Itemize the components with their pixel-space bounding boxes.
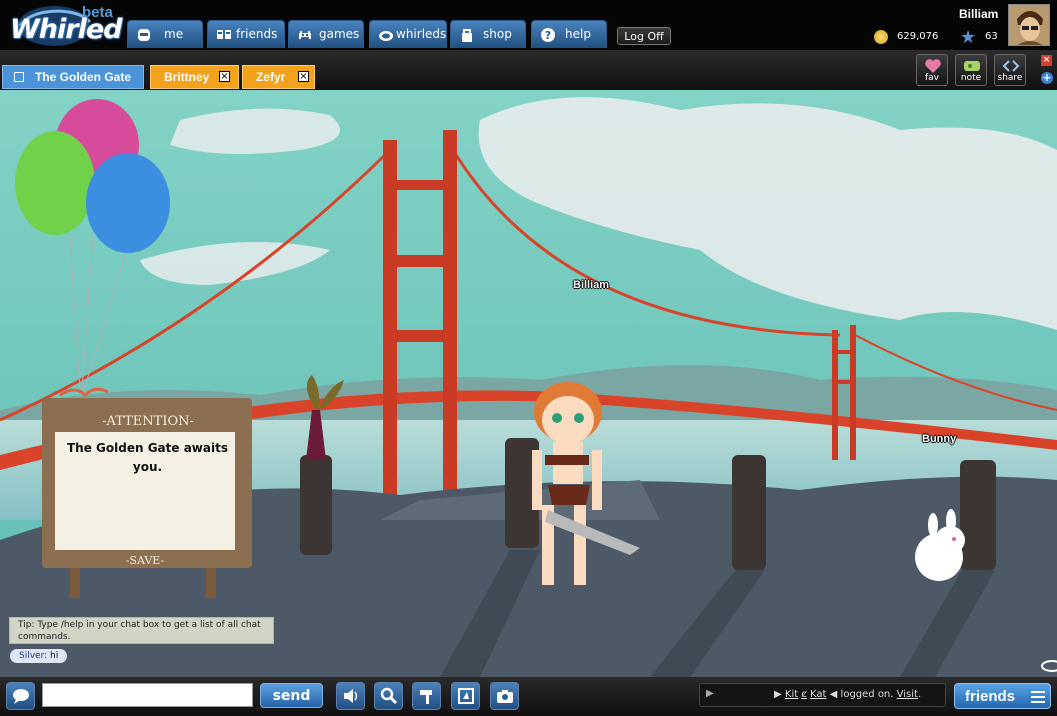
build-button[interactable] [412, 682, 441, 710]
logo-beta-badge: beta [82, 4, 113, 21]
invader-icon [299, 31, 311, 39]
chat-speaker[interactable]: Silver: [19, 651, 47, 661]
close-icon[interactable]: × [219, 71, 230, 82]
list-icon [1031, 691, 1045, 703]
room-icon [14, 72, 24, 82]
chat-input[interactable] [42, 683, 253, 707]
whirled-icon [379, 31, 393, 41]
nav-me-button[interactable]: me [127, 20, 203, 48]
room-background: -ATTENTION- -SAVE- [0, 90, 1057, 677]
nav-shop-label: shop [483, 27, 512, 41]
fav-label: fav [924, 73, 939, 83]
camera-icon [497, 690, 513, 703]
note-button[interactable]: note [955, 54, 987, 86]
sign-footer: -SAVE- [126, 554, 165, 567]
help-icon: ? [541, 28, 555, 42]
user-name[interactable]: Billiam [959, 7, 998, 21]
sign-title: -ATTENTION- [102, 414, 194, 429]
close-room-icon[interactable]: × [1041, 55, 1052, 66]
tab-room-label: The Golden Gate [35, 70, 132, 84]
speech-bubble-icon [13, 689, 29, 704]
magnifier-icon [380, 687, 398, 705]
tab-chat-label: Brittney [164, 70, 210, 84]
share-label: share [997, 73, 1023, 83]
volume-button[interactable] [336, 682, 365, 710]
avatar-portrait-icon [1009, 5, 1049, 45]
zoom-button[interactable] [374, 682, 403, 710]
kat-icon: ȼ [801, 689, 807, 700]
notice-end: . [917, 689, 922, 700]
note-label: note [960, 73, 982, 83]
level-star-icon: ★ [960, 27, 977, 48]
speaker-icon [344, 689, 358, 703]
room-settings-button[interactable] [451, 682, 480, 710]
sign-text: The Golden Gate awaits you. [67, 441, 228, 474]
nav-me-label: me [164, 27, 184, 41]
chat-options-button[interactable] [6, 682, 35, 710]
avatar[interactable] [1008, 4, 1050, 46]
friends-icon [217, 30, 231, 39]
share-icon [1002, 60, 1020, 72]
expand-plus-icon[interactable]: + [1041, 72, 1053, 84]
logoff-button[interactable]: Log Off [617, 27, 671, 45]
close-icon[interactable]: × [298, 71, 309, 82]
fav-button[interactable]: fav [916, 54, 948, 86]
nav-whirleds-label: whirleds [396, 27, 447, 41]
tab-chat-zefyr[interactable]: Zefyr × [242, 65, 315, 89]
note-icon [964, 61, 980, 71]
nav-games-label: games [319, 27, 360, 41]
hammer-icon [420, 690, 432, 704]
coin-balance: 629,076 [897, 31, 939, 42]
send-button[interactable]: send [260, 683, 323, 708]
face-icon [138, 29, 150, 41]
notice-suffix: ◀ [829, 689, 838, 700]
nav-friends-button[interactable]: friends [207, 20, 285, 48]
notice-message: ▶ Kit ȼ Kat ◀ logged on. Visit. [774, 689, 921, 700]
tab-chat-brittney[interactable]: Brittney × [150, 65, 239, 89]
tab-chat-label: Zefyr [256, 70, 286, 84]
friends-label: friends [965, 688, 1016, 705]
coin-icon [874, 30, 888, 44]
nav-whirleds-button[interactable]: whirleds [369, 20, 447, 48]
tab-room[interactable]: The Golden Gate [2, 65, 144, 89]
chat-message: hi [50, 651, 59, 661]
notice-name-link[interactable]: Kit [785, 689, 798, 700]
avatar-name-label[interactable]: Billiam [573, 279, 609, 291]
nav-help-button[interactable]: ? help [531, 20, 607, 48]
notice-text: logged on. [840, 689, 894, 700]
pet-name-label[interactable]: Bunny [922, 433, 956, 445]
tip-box: Tip: Type /help in your chat box to get … [9, 617, 274, 644]
user-level: 63 [985, 31, 998, 42]
room-edit-icon [458, 688, 474, 704]
notice-prefix: ▶ [774, 689, 782, 700]
notice-visit-link[interactable]: Visit [897, 689, 918, 700]
nav-friends-label: friends [236, 27, 278, 41]
notification-bar: ▶ ▶ Kit ȼ Kat ◀ logged on. Visit. [699, 683, 946, 707]
nav-help-label: help [565, 27, 591, 41]
share-button[interactable]: share [994, 54, 1026, 86]
play-icon[interactable]: ▶ [706, 688, 714, 699]
whirled-logo[interactable]: Whirled beta [6, 4, 124, 48]
svg-text:?: ? [545, 29, 551, 42]
top-bar: Whirled beta me friends games whirleds s… [0, 0, 1057, 50]
notice-name2-link[interactable]: Kat [810, 689, 826, 700]
heart-icon [925, 59, 941, 73]
snapshot-button[interactable] [490, 682, 519, 710]
friends-button[interactable]: friends [954, 683, 1051, 709]
room-scene[interactable]: -ATTENTION- -SAVE- Billiam Bunny [0, 90, 1057, 677]
shop-icon [462, 29, 472, 42]
nav-games-button[interactable]: games [288, 20, 364, 48]
nav-shop-button[interactable]: shop [450, 20, 526, 48]
chat-bubble: Silver: hi [10, 649, 68, 663]
